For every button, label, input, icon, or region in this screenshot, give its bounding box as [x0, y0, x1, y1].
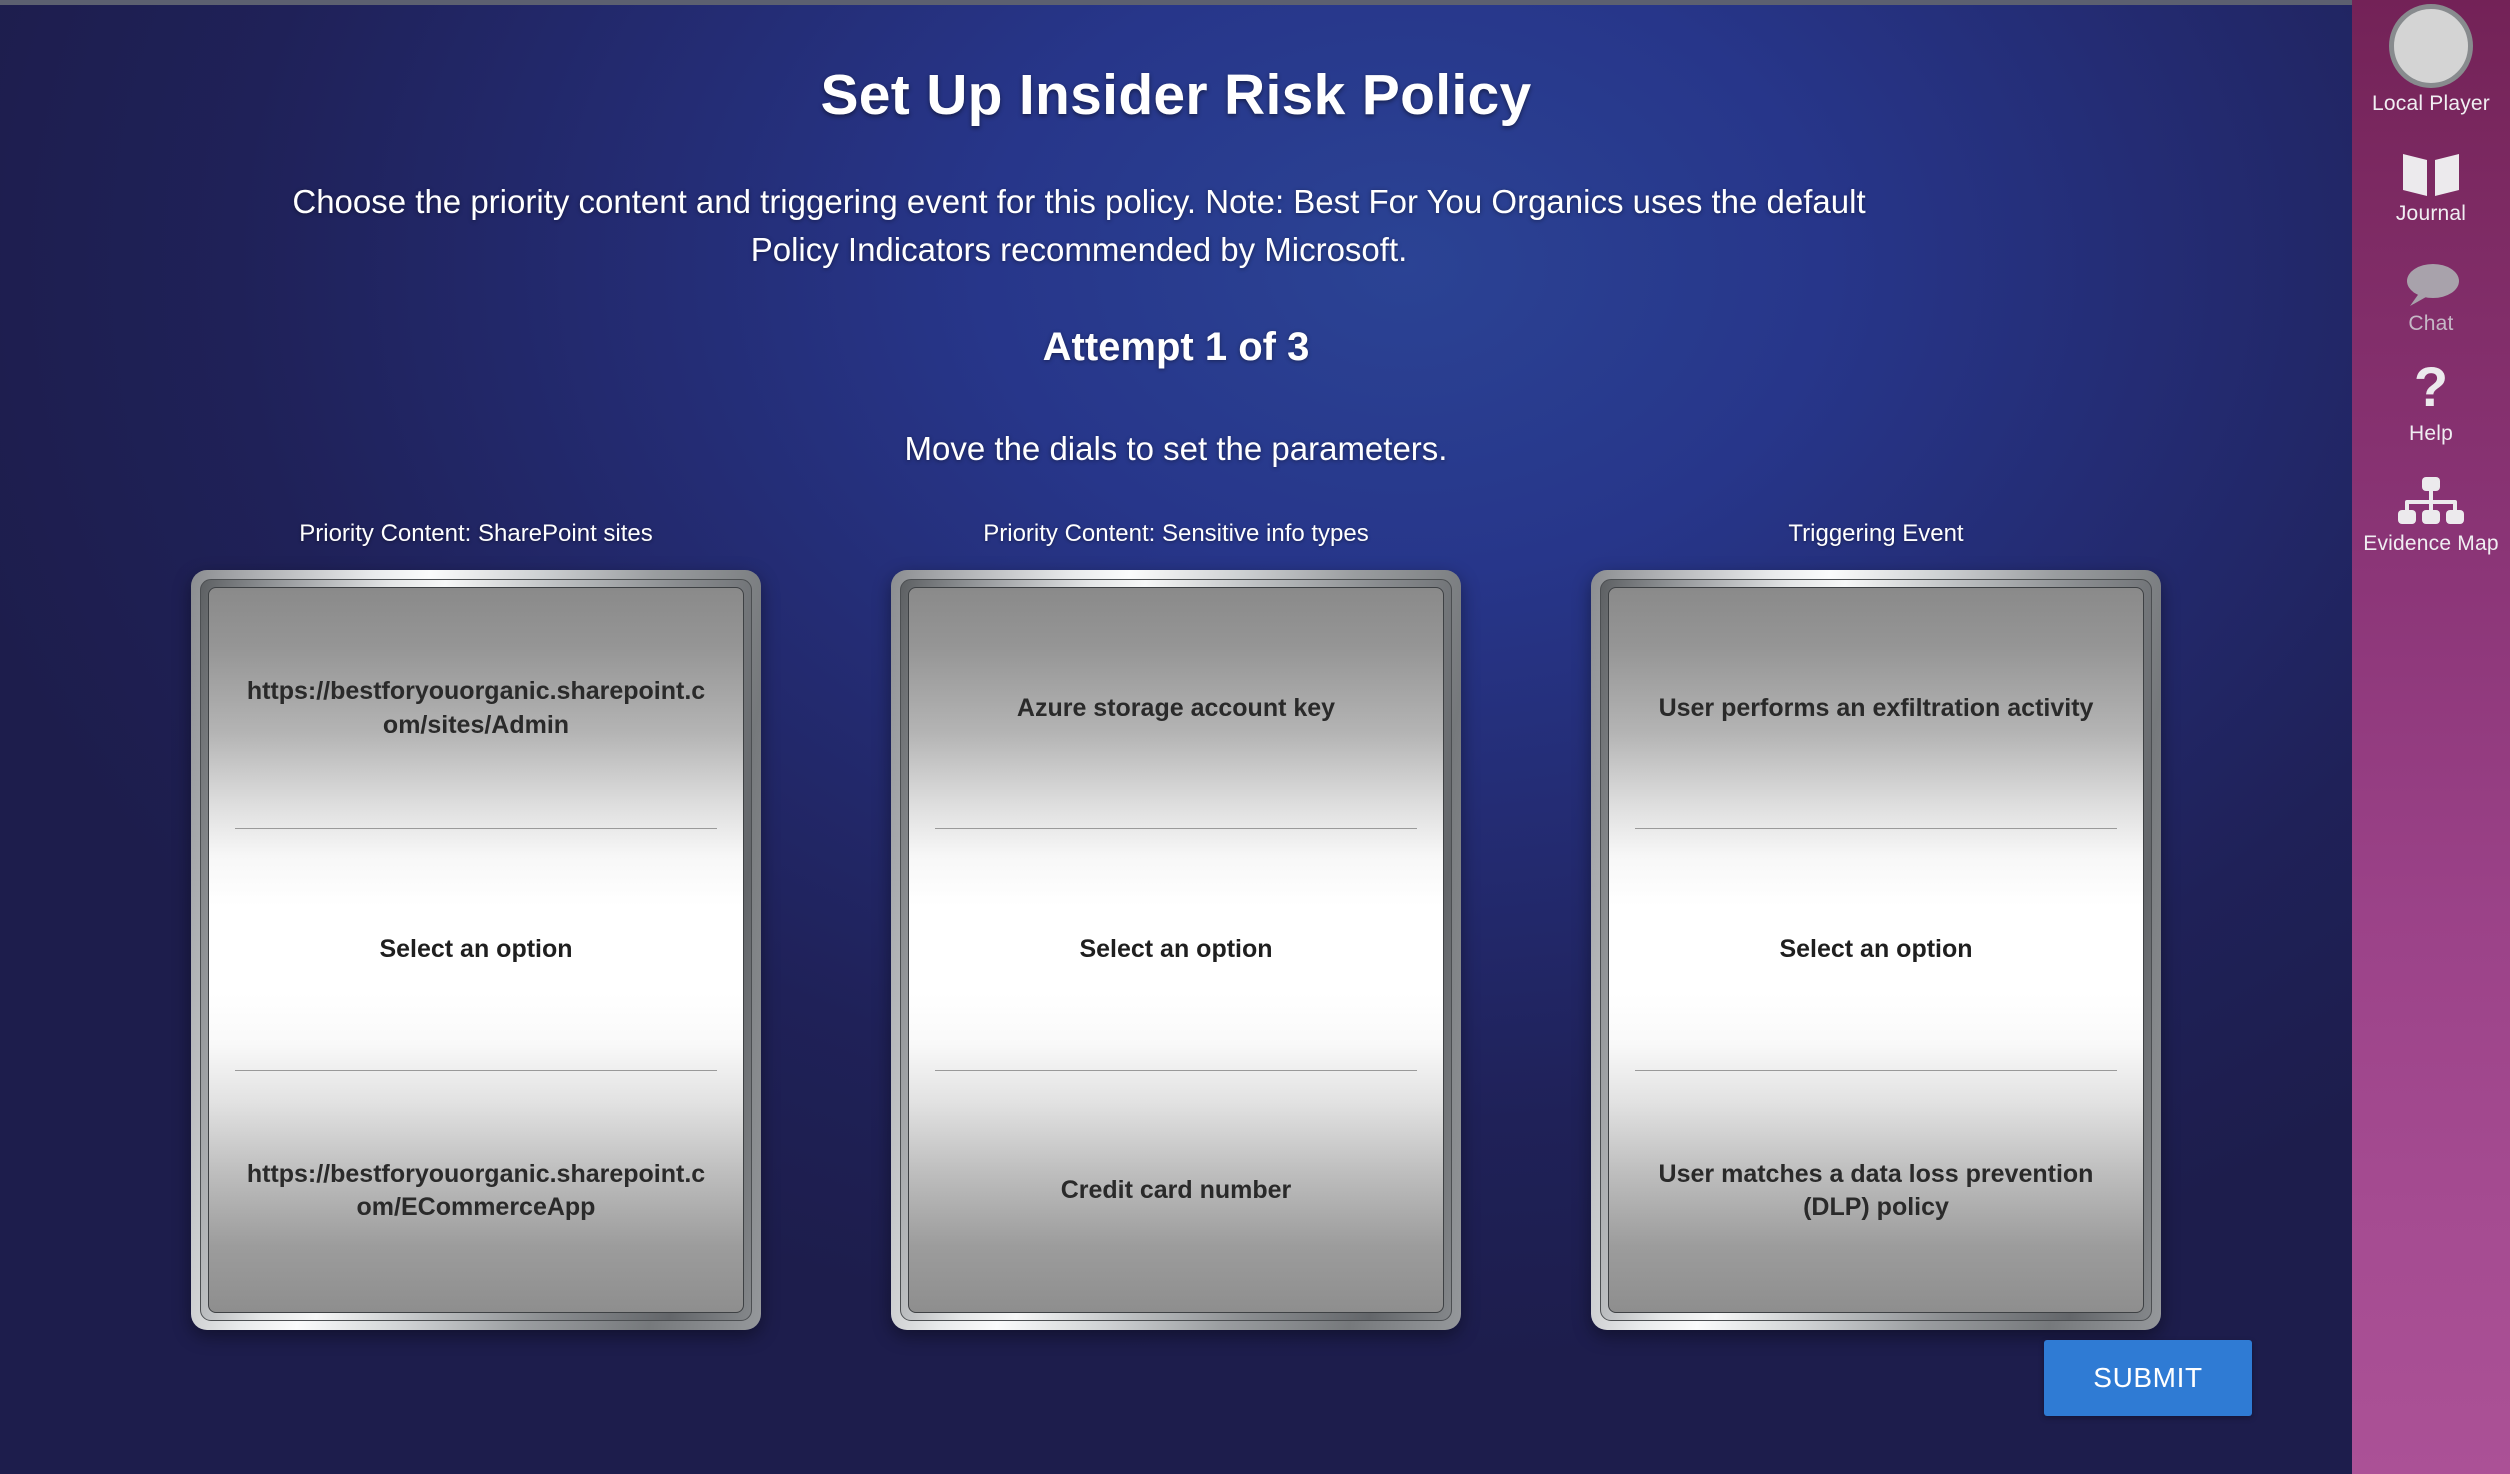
avatar-icon [2389, 4, 2473, 88]
dial-frame: https://bestforyouorganic.sharepoint.com… [191, 570, 761, 1330]
dial-slot-selected[interactable]: Select an option [209, 829, 743, 1071]
dial-slot-top[interactable]: Azure storage account key [909, 588, 1443, 830]
sidebar-item-label: Chat [2408, 312, 2454, 335]
window-top-strip [0, 0, 2510, 5]
help-icon-wrap: ? [2407, 356, 2455, 418]
dials-container: Priority Content: SharePoint sites https… [0, 520, 2352, 1330]
sidebar-item-help[interactable]: ? Help [2352, 356, 2510, 446]
chat-bubble-icon [2407, 264, 2459, 306]
sidebar-item-label: Local Player [2372, 92, 2490, 115]
submit-button[interactable]: SUBMIT [2044, 1340, 2252, 1416]
hierarchy-map-icon [2398, 477, 2464, 524]
dial-slot-label: Select an option [1779, 935, 1973, 964]
dial-slot-label: Select an option [1079, 935, 1273, 964]
page-title: Set Up Insider Risk Policy [820, 63, 1532, 127]
question-mark-icon: ? [2414, 362, 2448, 418]
game-screen: Set Up Insider Risk Policy Choose the pr… [0, 0, 2510, 1474]
dial-frame: Azure storage account key Select an opti… [891, 570, 1461, 1330]
sidebar-item-chat[interactable]: Chat [2352, 246, 2510, 336]
dial-slot-selected[interactable]: Select an option [909, 829, 1443, 1071]
dial-column-sharepoint-sites: Priority Content: SharePoint sites https… [191, 520, 761, 1330]
dial-slot-label: https://bestforyouorganic.sharepoint.com… [246, 676, 706, 739]
sidebar-item-evidence-map[interactable]: Evidence Map [2352, 466, 2510, 556]
dial-slot-label: Azure storage account key [1016, 693, 1336, 722]
sidebar-item-journal[interactable]: Journal [2352, 136, 2510, 226]
sidebar-item-label: Journal [2395, 202, 2467, 225]
dial-slot-selected[interactable]: Select an option [1609, 829, 2143, 1071]
page-description: Choose the priority content and triggeri… [292, 183, 1866, 268]
dial-caption: Priority Content: SharePoint sites [299, 520, 653, 547]
dial-slot-label: https://bestforyouorganic.sharepoint.com… [246, 1159, 706, 1222]
attempt-counter: Attempt 1 of 3 [1042, 325, 1310, 369]
evidence-map-icon-wrap [2395, 466, 2467, 528]
sidebar-item-label: Help [2409, 422, 2453, 445]
chat-icon-wrap [2400, 246, 2462, 308]
svg-text:?: ? [2414, 362, 2448, 418]
dial-inner-frame: https://bestforyouorganic.sharepoint.com… [200, 579, 752, 1321]
dial-slot-bottom[interactable]: https://bestforyouorganic.sharepoint.com… [209, 1071, 743, 1312]
dial-slot-label: Credit card number [1060, 1176, 1292, 1205]
journal-icon-wrap [2401, 136, 2461, 198]
dial-caption: Priority Content: Sensitive info types [983, 520, 1369, 547]
dial-slot-bottom[interactable]: Credit card number [909, 1071, 1443, 1312]
dial-slot-label: User performs an exfiltration activity [1658, 693, 2094, 722]
right-sidebar: Local Player Journal Chat ? Help Evidenc… [2352, 0, 2510, 1474]
dial-frame: User performs an exfiltration activity S… [1591, 570, 2161, 1330]
avatar [2389, 4, 2473, 88]
sidebar-item-label: Evidence Map [2363, 532, 2499, 555]
dial-sharepoint-sites[interactable]: https://bestforyouorganic.sharepoint.com… [208, 587, 744, 1313]
dial-slot-label: User matches a data loss prevention (DLP… [1658, 1159, 2094, 1222]
dial-column-sensitive-info-types: Priority Content: Sensitive info types A… [891, 520, 1461, 1330]
dial-inner-frame: User performs an exfiltration activity S… [1600, 579, 2152, 1321]
dial-slot-bottom[interactable]: User matches a data loss prevention (DLP… [1609, 1071, 2143, 1312]
dial-caption: Triggering Event [1788, 520, 1964, 547]
instruction-hint: Move the dials to set the parameters. [904, 430, 1448, 467]
book-icon [2403, 154, 2459, 196]
dial-slot-top[interactable]: User performs an exfiltration activity [1609, 588, 2143, 830]
dial-sensitive-info-types[interactable]: Azure storage account key Select an opti… [908, 587, 1444, 1313]
dial-slot-label: Select an option [379, 935, 573, 964]
dial-inner-frame: Azure storage account key Select an opti… [900, 579, 1452, 1321]
dial-slot-top[interactable]: https://bestforyouorganic.sharepoint.com… [209, 588, 743, 830]
sidebar-item-local-player[interactable]: Local Player [2352, 4, 2510, 116]
dial-triggering-event[interactable]: User performs an exfiltration activity S… [1608, 587, 2144, 1313]
dial-column-triggering-event: Triggering Event User performs an exfilt… [1591, 520, 2161, 1330]
